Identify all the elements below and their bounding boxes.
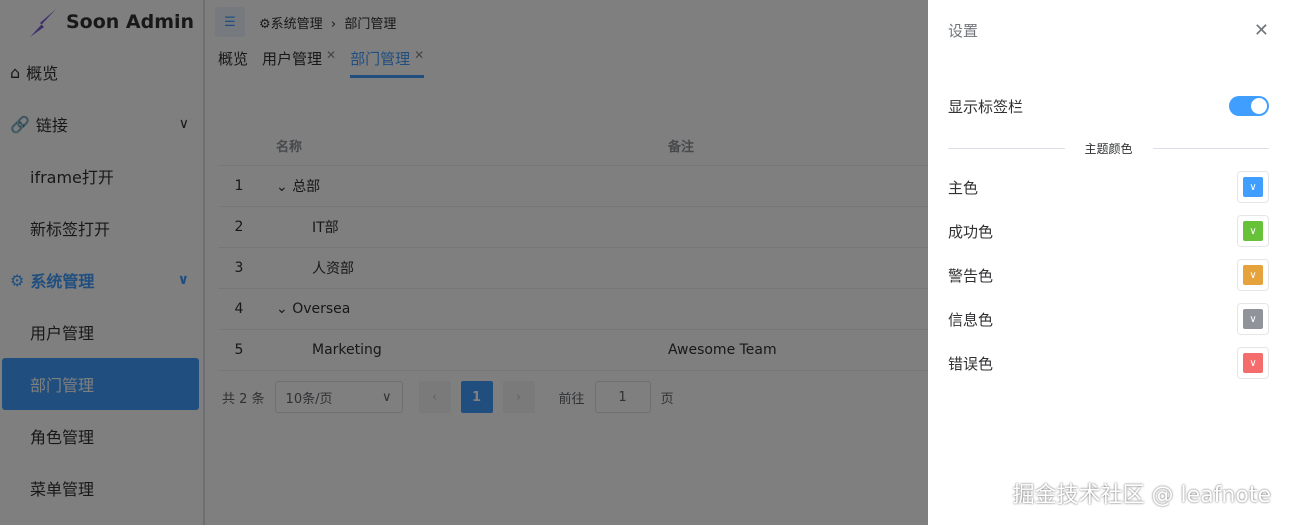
- color-row: 信息色 ∨: [948, 297, 1269, 341]
- chevron-down-icon: ∨: [1243, 177, 1263, 197]
- drawer-title: 设置: [948, 21, 979, 40]
- show-tags-label: 显示标签栏: [948, 97, 1024, 116]
- show-tags-row: 显示标签栏: [948, 84, 1269, 128]
- watermark: 掘金技术社区 @ leafnote: [1012, 483, 1271, 508]
- chevron-down-icon: ∨: [1243, 353, 1263, 373]
- color-picker[interactable]: ∨: [1237, 259, 1269, 291]
- color-label: 信息色: [948, 310, 994, 329]
- chevron-down-icon: ∨: [1243, 309, 1263, 329]
- theme-title: 主题颜色: [1084, 142, 1133, 156]
- chevron-down-icon: ∨: [1243, 221, 1263, 241]
- color-picker[interactable]: ∨: [1237, 347, 1269, 379]
- color-label: 主色: [948, 178, 979, 197]
- color-row: 主色 ∨: [948, 165, 1269, 209]
- settings-drawer: 设置 ✕ 显示标签栏 主题颜色 主色 ∨ 成功色 ∨ 警告色 ∨ 信息色 ∨ 错误色 ∨: [928, 0, 1289, 525]
- chevron-down-icon: ∨: [1243, 265, 1263, 285]
- color-picker[interactable]: ∨: [1237, 171, 1269, 203]
- color-label: 警告色: [948, 266, 994, 285]
- color-label: 成功色: [948, 222, 994, 241]
- color-label: 错误色: [948, 354, 994, 373]
- color-row: 错误色 ∨: [948, 341, 1269, 385]
- close-icon[interactable]: ✕: [1254, 20, 1269, 41]
- color-picker[interactable]: ∨: [1237, 303, 1269, 335]
- theme-divider: 主题颜色: [948, 140, 1270, 157]
- show-tags-toggle[interactable]: [1229, 96, 1269, 116]
- color-row: 成功色 ∨: [948, 209, 1269, 253]
- color-row: 警告色 ∨: [948, 253, 1269, 297]
- color-picker[interactable]: ∨: [1237, 215, 1269, 247]
